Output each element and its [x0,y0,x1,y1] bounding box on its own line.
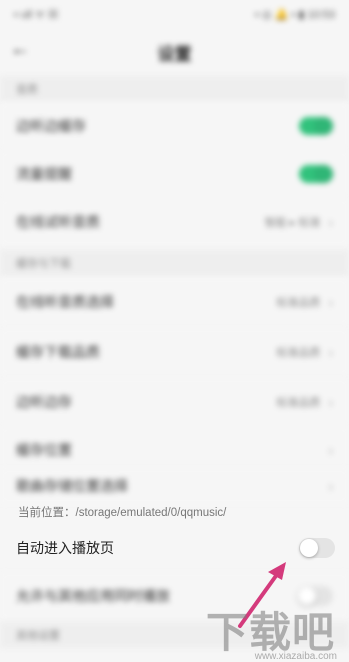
watermark-url: www.xiazaiba.com [254,651,337,662]
annotation-arrow-icon [238,562,286,628]
